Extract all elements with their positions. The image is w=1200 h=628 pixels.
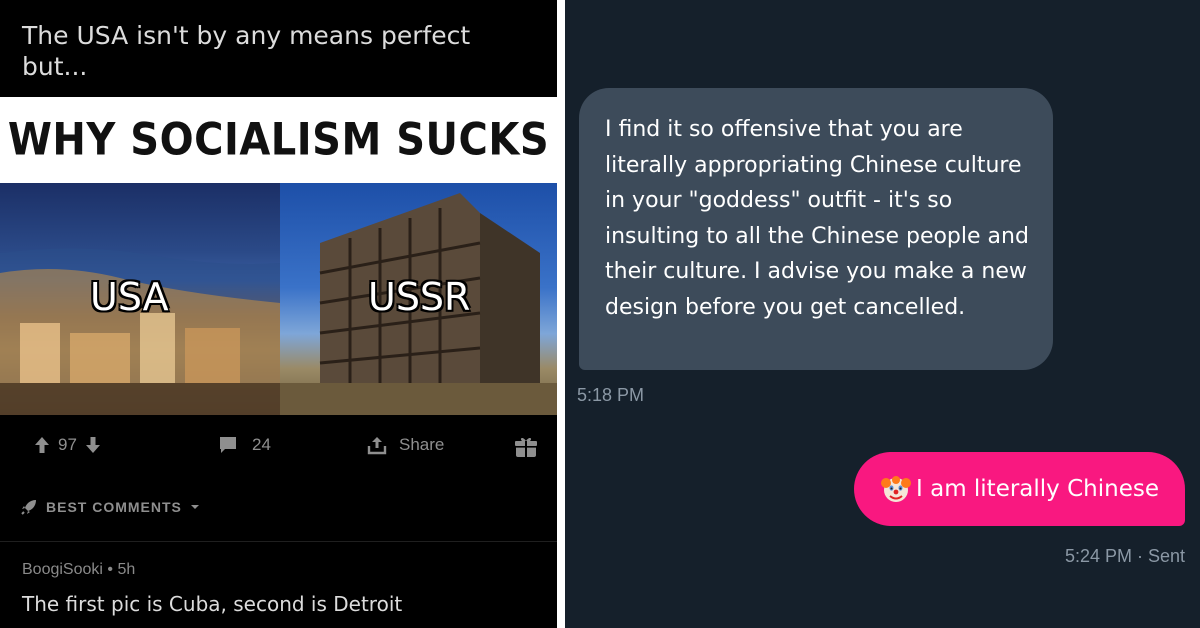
outgoing-message-text: I am literally Chinese <box>916 476 1159 502</box>
upvote-icon[interactable] <box>34 436 50 454</box>
award-button[interactable] <box>514 435 538 459</box>
reddit-post-panel: The USA isn't by any means perfect but..… <box>0 0 557 628</box>
outgoing-message-status: 5:24 PM · Sent <box>1064 546 1185 566</box>
ussr-building-photo: USSR <box>280 183 557 415</box>
incoming-message-bubble[interactable]: I find it so offensive that you are lite… <box>579 88 1053 370</box>
chevron-down-icon <box>190 505 199 509</box>
meme-image[interactable]: WHY SOCIALISM SUCKS USA USSR <box>0 97 557 415</box>
comment-count: 24 <box>252 435 271 454</box>
outgoing-message-bubble[interactable]: I am literally Chinese <box>854 452 1185 526</box>
incoming-message-time: 5:18 PM <box>577 385 645 405</box>
comment-icon <box>220 437 236 453</box>
clown-face-icon <box>881 476 911 502</box>
dm-conversation-panel: I find it so offensive that you are lite… <box>565 0 1200 628</box>
downvote-icon[interactable] <box>85 436 101 454</box>
comments-button[interactable]: 24 <box>218 435 271 455</box>
ussr-label: USSR <box>368 275 471 319</box>
comment-age: 5h <box>117 561 136 578</box>
image-separator <box>557 0 565 628</box>
meme-heading: WHY SOCIALISM SUCKS <box>0 97 557 183</box>
gift-icon <box>515 437 537 457</box>
comment-sort-label: BEST COMMENTS <box>46 499 182 515</box>
comment-sort-dropdown[interactable]: BEST COMMENTS <box>20 498 200 516</box>
comment-meta: BoogiSooki • 5h <box>22 561 135 579</box>
vote-group: 97 <box>34 435 101 455</box>
meta-separator-dot: • <box>107 561 118 578</box>
usa-label: USA <box>90 275 169 319</box>
share-icon <box>367 437 387 455</box>
meme-heading-text: WHY SOCIALISM SUCKS <box>7 114 550 166</box>
usa-city-photo: USA <box>0 183 280 415</box>
divider <box>0 541 557 542</box>
share-label: Share <box>399 435 445 454</box>
incoming-message-text: I find it so offensive that you are lite… <box>605 117 1029 320</box>
post-title[interactable]: The USA isn't by any means perfect but..… <box>22 20 542 82</box>
post-action-bar: 97 24 Share <box>0 427 557 465</box>
share-button[interactable]: Share <box>367 435 444 455</box>
comment-body: The first pic is Cuba, second is Detroit <box>22 592 403 616</box>
rocket-icon <box>21 500 36 515</box>
upvote-count: 97 <box>58 435 77 454</box>
comment-author[interactable]: BoogiSooki <box>22 561 103 578</box>
